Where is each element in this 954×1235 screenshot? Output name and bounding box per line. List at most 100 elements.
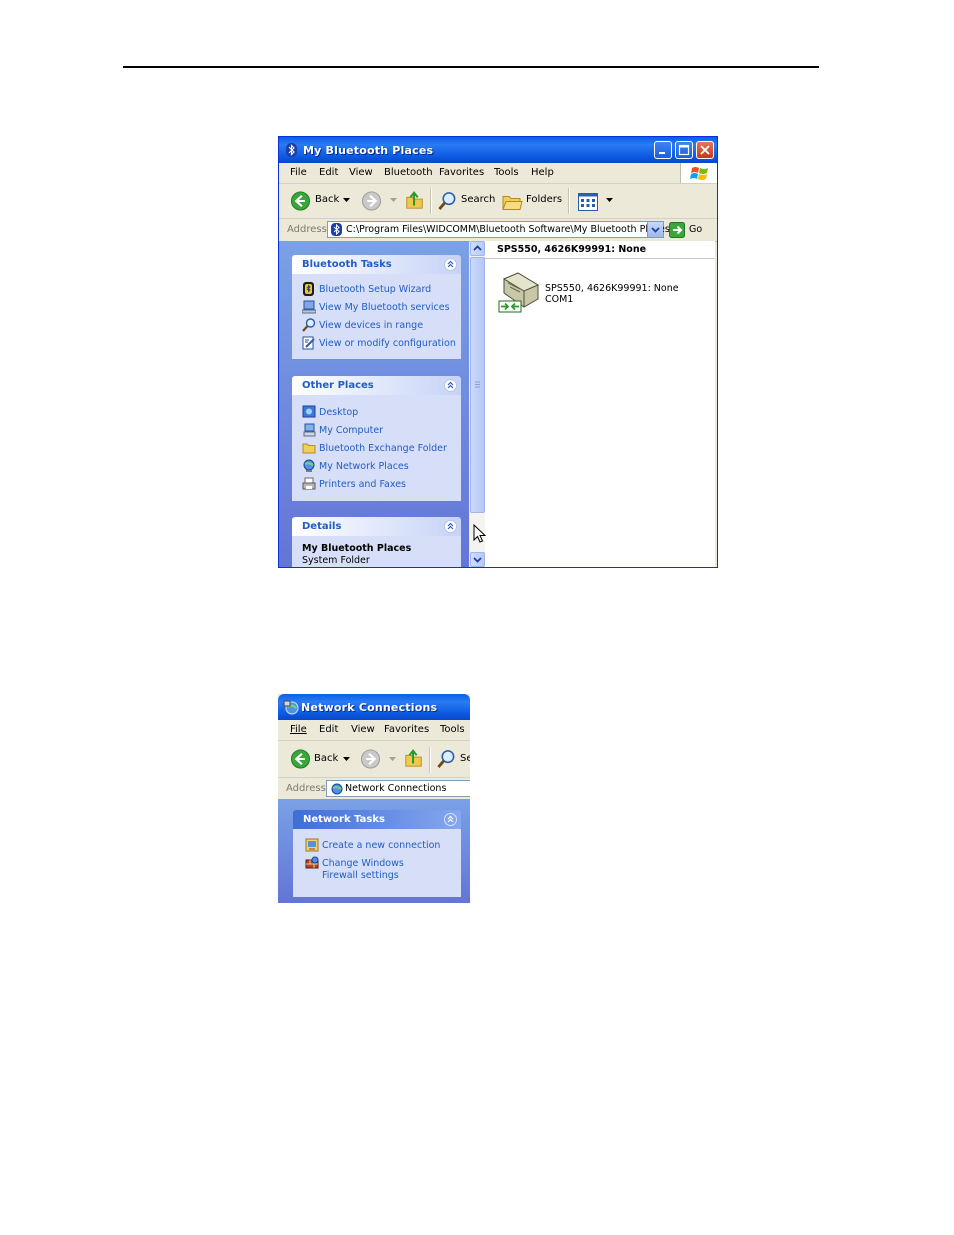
forward-icon[interactable] <box>361 191 382 211</box>
network-tasks-panel: Network Tasks Create a new connection Ch… <box>293 810 461 897</box>
task-label: Bluetooth Setup Wizard <box>319 284 432 295</box>
menu-tools[interactable]: Tools <box>494 167 519 178</box>
details-name: My Bluetooth Places <box>302 543 412 554</box>
address-input[interactable]: Network Connections <box>326 780 470 797</box>
window-title: Network Connections <box>301 701 438 714</box>
collapse-button[interactable] <box>444 813 457 826</box>
collapse-button[interactable] <box>444 520 457 533</box>
back-dropdown-icon[interactable] <box>343 757 350 777</box>
maximize-icon <box>678 144 690 156</box>
other-places-panel: Other Places Desktop My Computer Bluetoo… <box>292 376 461 501</box>
window-title: My Bluetooth Places <box>303 144 434 157</box>
address-value: C:\Program Files\WIDCOMM\Bluetooth Softw… <box>346 224 670 235</box>
back-button[interactable]: Back <box>314 753 338 764</box>
panel-title: Bluetooth Tasks <box>302 259 392 270</box>
bluetooth-tasks-body: Bluetooth Setup Wizard View My Bluetooth… <box>292 274 461 359</box>
scroll-down-button[interactable] <box>470 552 485 567</box>
panel-title: Network Tasks <box>303 814 385 825</box>
chevron-up-icon <box>447 260 454 268</box>
forward-icon[interactable] <box>360 749 381 769</box>
back-icon[interactable] <box>290 749 311 769</box>
search-button[interactable]: Se <box>460 753 470 764</box>
maximize-button[interactable] <box>675 141 693 159</box>
back-dropdown-icon[interactable] <box>343 198 350 218</box>
up-folder-icon[interactable] <box>404 190 425 210</box>
minimize-button[interactable] <box>654 141 672 159</box>
network-connections-icon <box>331 783 343 795</box>
back-button[interactable]: Back <box>315 194 339 205</box>
folders-button[interactable]: Folders <box>526 194 562 205</box>
menu-view[interactable]: View <box>351 724 375 735</box>
my-computer-icon <box>303 423 316 437</box>
go-button[interactable]: Go <box>689 224 702 235</box>
place-label: Printers and Faxes <box>319 479 407 490</box>
menu-view[interactable]: View <box>349 167 373 178</box>
menu-edit[interactable]: Edit <box>319 724 338 735</box>
bluetooth-tasks-header[interactable]: Bluetooth Tasks <box>292 255 461 274</box>
chevron-up-icon <box>447 522 454 530</box>
serial-port-device-icon[interactable] <box>498 271 544 315</box>
network-connections-icon <box>283 700 299 715</box>
forward-dropdown-icon[interactable] <box>389 757 396 777</box>
folders-icon[interactable] <box>502 192 523 212</box>
title-bar[interactable]: My Bluetooth Places <box>279 137 717 163</box>
menu-favorites[interactable]: Favorites <box>439 167 484 178</box>
search-icon[interactable] <box>437 191 458 211</box>
task-pane: Bluetooth Tasks Bluetooth Setup Wizard V… <box>279 241 469 567</box>
windows-logo <box>680 163 717 183</box>
search-button[interactable]: Search <box>461 194 495 205</box>
scroll-thumb[interactable] <box>470 257 485 513</box>
address-input[interactable]: C:\Program Files\WIDCOMM\Bluetooth Softw… <box>327 221 670 238</box>
go-arrow-icon[interactable] <box>669 222 685 238</box>
column-header-label: SPS550, 4626K99991: None <box>497 244 647 255</box>
folder-icon <box>302 443 316 454</box>
menu-favorites[interactable]: Favorites <box>384 724 429 735</box>
forward-dropdown-icon[interactable] <box>390 198 397 218</box>
place-label: My Computer <box>319 425 384 436</box>
menu-edit[interactable]: Edit <box>319 167 338 178</box>
details-panel: Details My Bluetooth Places System Folde… <box>292 517 461 567</box>
magnifier-icon <box>302 318 316 332</box>
collapse-button[interactable] <box>444 258 457 271</box>
task-label: Create a new connection <box>322 840 441 851</box>
network-tasks-header[interactable]: Network Tasks <box>293 810 461 829</box>
views-dropdown-icon[interactable] <box>606 198 613 218</box>
other-places-header[interactable]: Other Places <box>292 376 461 395</box>
new-connection-icon <box>305 838 319 852</box>
menu-bluetooth[interactable]: Bluetooth <box>384 167 433 178</box>
address-dropdown-button[interactable] <box>647 222 663 237</box>
bluetooth-wizard-icon <box>303 282 314 296</box>
details-header[interactable]: Details <box>292 517 461 536</box>
task-change-windows-firewall[interactable]: Change Windows Firewall settings <box>305 856 455 884</box>
menu-file[interactable]: File <box>290 167 307 178</box>
bluetooth-icon <box>286 143 297 157</box>
toolbar-separator <box>430 188 432 214</box>
task-pane-scrollbar[interactable] <box>470 241 485 567</box>
device-port: COM1 <box>545 294 574 305</box>
device-name[interactable]: SPS550, 4626K99991: None <box>545 283 679 294</box>
menu-file[interactable]: File <box>290 724 307 735</box>
mouse-cursor-icon <box>473 524 487 543</box>
search-icon[interactable] <box>436 749 457 769</box>
desktop-icon <box>302 405 316 418</box>
network-tasks-body: Create a new connection Change Windows F… <box>293 829 461 897</box>
close-button[interactable] <box>696 141 714 159</box>
column-header[interactable]: SPS550, 4626K99991: None <box>485 241 715 259</box>
chevron-up-icon <box>473 245 482 251</box>
views-icon[interactable] <box>578 192 598 212</box>
bluetooth-icon <box>331 223 342 236</box>
file-list-pane: SPS550, 4626K99991: None SPS550, 4626K99… <box>485 241 715 567</box>
toolbar-separator <box>429 747 431 773</box>
title-bar[interactable]: Network Connections <box>278 694 470 720</box>
address-bar: Address C:\Program Files\WIDCOMM\Bluetoo… <box>279 219 717 242</box>
up-folder-icon[interactable] <box>403 748 424 768</box>
menu-tools[interactable]: Tools <box>440 724 465 735</box>
address-label: Address <box>287 224 327 235</box>
menu-help[interactable]: Help <box>531 167 554 178</box>
task-label: View My Bluetooth services <box>319 302 450 313</box>
bluetooth-places-window: My Bluetooth Places File Edit View Bluet… <box>278 136 718 568</box>
network-places-icon <box>303 459 315 472</box>
collapse-button[interactable] <box>444 379 457 392</box>
scroll-up-button[interactable] <box>470 241 485 256</box>
back-icon[interactable] <box>290 191 311 211</box>
